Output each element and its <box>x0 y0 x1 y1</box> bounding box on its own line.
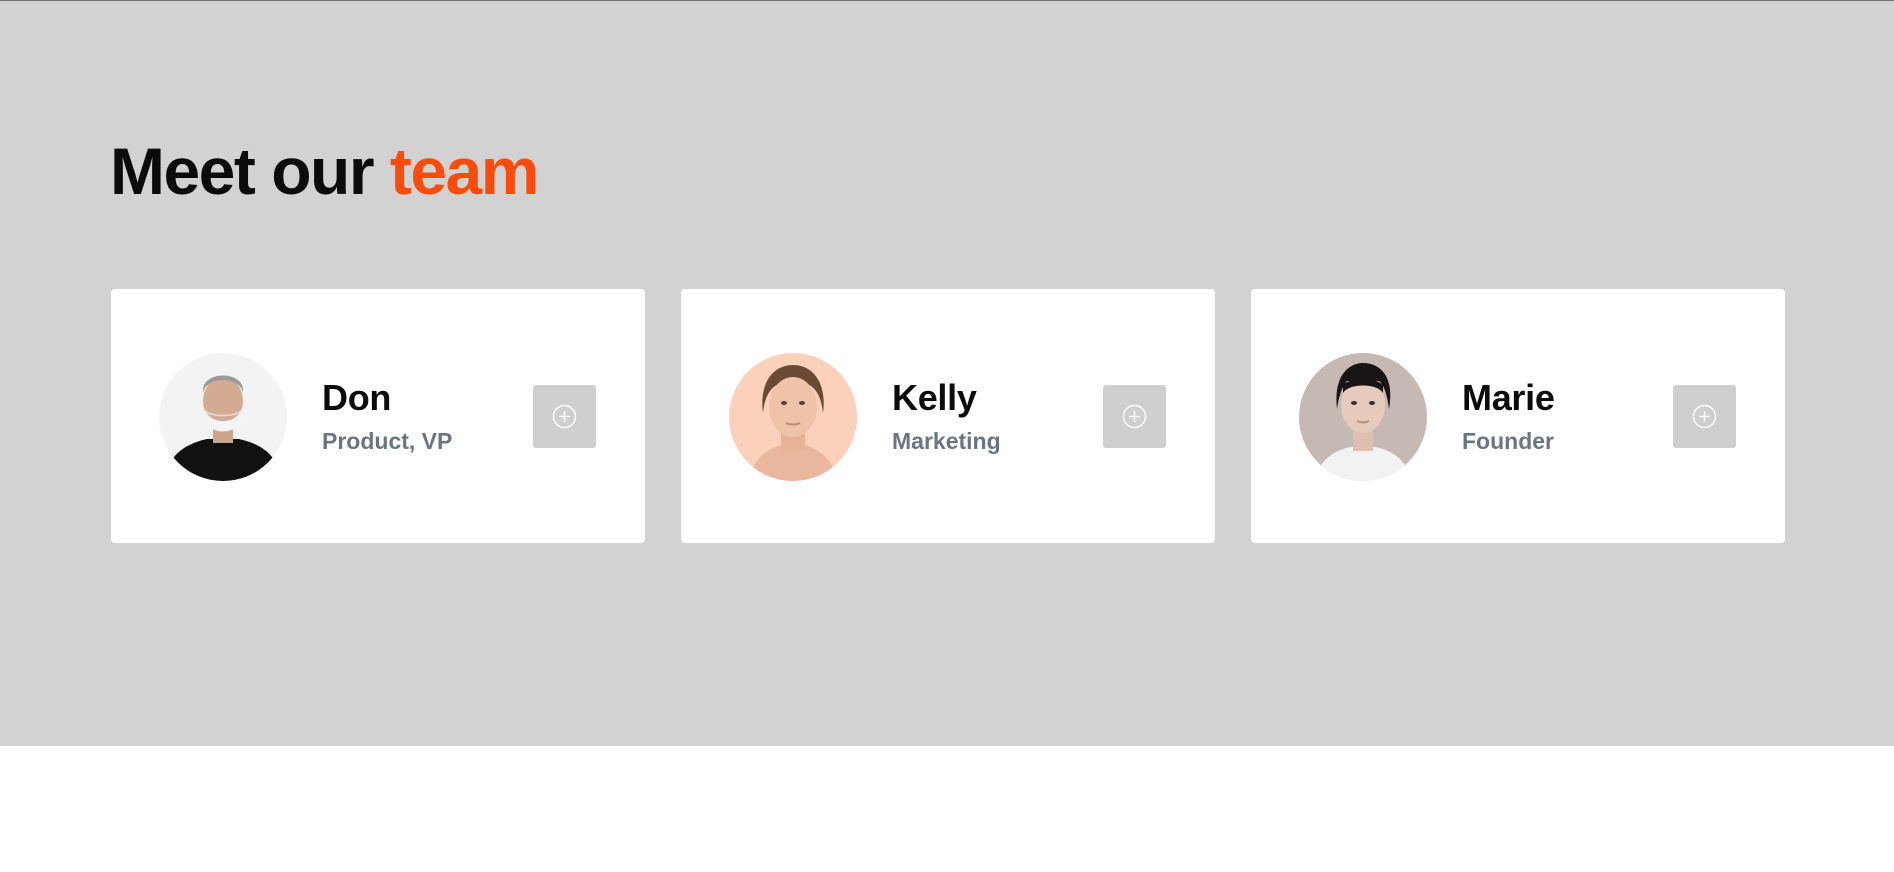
member-role: Founder <box>1462 428 1554 454</box>
avatar <box>159 353 287 481</box>
team-member-card: Kelly Marketing <box>681 289 1215 543</box>
member-name: Don <box>322 377 392 418</box>
member-name: Marie <box>1462 377 1555 418</box>
heading-prefix: Meet our <box>110 134 375 208</box>
team-section: Meet our team Don Product, VP Kelly Mark… <box>0 1 1894 746</box>
person-avatar-icon <box>729 353 857 481</box>
plus-circle-icon <box>1692 404 1717 429</box>
avatar <box>729 353 857 481</box>
member-role: Marketing <box>892 428 1001 454</box>
person-avatar-icon <box>159 353 287 481</box>
add-member-button[interactable] <box>1103 385 1166 448</box>
team-member-card: Don Product, VP <box>111 289 645 543</box>
heading-accent-word: team <box>389 134 540 208</box>
plus-circle-icon <box>552 404 577 429</box>
section-heading: Meet our team <box>110 133 540 209</box>
add-member-button[interactable] <box>533 385 596 448</box>
team-member-card: Marie Founder <box>1251 289 1785 543</box>
member-role: Product, VP <box>322 428 453 454</box>
add-member-button[interactable] <box>1673 385 1736 448</box>
member-name: Kelly <box>892 377 977 418</box>
avatar <box>1299 353 1427 481</box>
person-avatar-icon <box>1299 353 1427 481</box>
plus-circle-icon <box>1122 404 1147 429</box>
